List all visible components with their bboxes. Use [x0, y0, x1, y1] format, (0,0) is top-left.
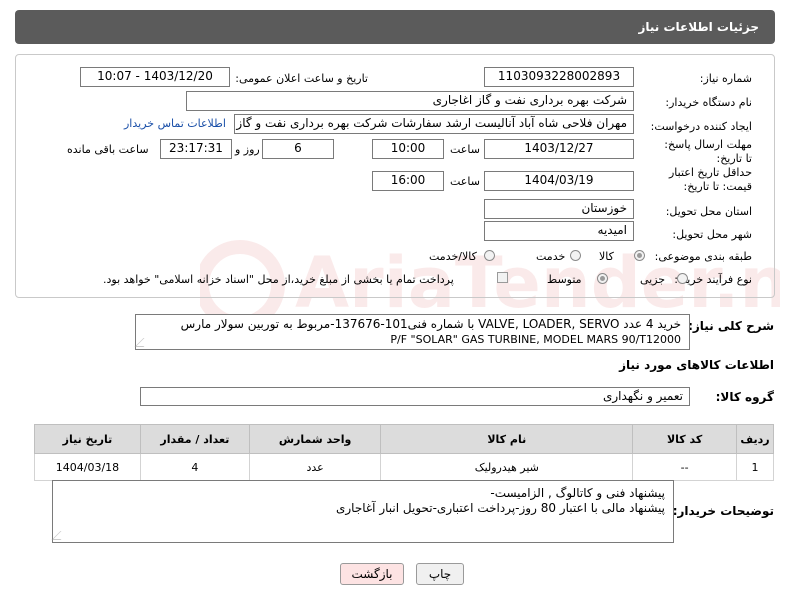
- category-option-goods-service: کالا/خدمت: [429, 250, 477, 263]
- goods-table: ردیف کد کالا نام کالا واحد شمارش تعداد /…: [34, 424, 774, 481]
- creator-label: ایجاد کننده درخواست:: [650, 120, 752, 133]
- buyer-field[interactable]: شرکت بهره برداری نفت و گاز اغاجاری: [186, 91, 634, 111]
- announce-label: تاریخ و ساعت اعلان عمومی:: [235, 72, 368, 85]
- cell-unit: عدد: [248, 453, 382, 481]
- buyer-notes-label: توضیحات خریدار:: [672, 504, 774, 518]
- province-field[interactable]: خوزستان: [484, 199, 634, 219]
- cell-date: 1404/03/18: [34, 453, 141, 481]
- deadline-time-label: ساعت: [450, 143, 480, 156]
- deadline-date-field[interactable]: 1403/12/27: [484, 139, 634, 159]
- summary-line-1: خرید 4 عدد VALVE, LOADER, SERVO با شماره…: [180, 317, 681, 331]
- goods-table-header: ردیف کد کالا نام کالا واحد شمارش تعداد /…: [34, 424, 774, 454]
- resize-handle[interactable]: [51, 531, 70, 540]
- cell-name: شیر هیدرولیک: [380, 453, 634, 481]
- announce-field[interactable]: 1403/12/20 - 10:07: [80, 67, 230, 87]
- print-button[interactable]: چاپ: [416, 563, 464, 585]
- city-label: شهر محل تحویل:: [672, 228, 752, 241]
- summary-textarea[interactable]: خرید 4 عدد VALVE, LOADER, SERVO با شماره…: [134, 314, 690, 350]
- city-field[interactable]: امیدیه: [484, 221, 634, 241]
- validity-time-label: ساعت: [450, 175, 480, 188]
- page-title: جزئیات اطلاعات نیاز: [638, 20, 759, 34]
- treasury-payment-note: پرداخت تمام یا بخشی از مبلغ خرید،از محل …: [103, 273, 454, 286]
- col-name: نام کالا: [380, 424, 634, 454]
- category-radio-goods[interactable]: [634, 250, 645, 261]
- buyer-notes-textarea[interactable]: پیشنهاد فنی و کاتالوگ , الزامیست- پیشنها…: [51, 480, 674, 543]
- need-number-field[interactable]: 1103093228002893: [484, 67, 634, 87]
- purchase-option-partial: جزیی: [640, 273, 666, 286]
- need-number-label: شماره نیاز:: [699, 72, 752, 85]
- purchase-option-medium: متوسط: [547, 273, 582, 286]
- remaining-time-label: ساعت باقی مانده: [67, 143, 149, 156]
- days-label: روز و: [235, 143, 260, 156]
- deadline-time-field[interactable]: 10:00: [372, 139, 444, 159]
- cell-qty: 4: [139, 453, 250, 481]
- province-label: استان محل تحویل:: [665, 205, 752, 218]
- page-header: جزئیات اطلاعات نیاز: [15, 10, 775, 44]
- table-row[interactable]: 1 -- شیر هیدرولیک عدد 4 1404/03/18: [34, 453, 774, 481]
- goods-group-label: گروه کالا:: [715, 390, 774, 404]
- category-option-goods: کالا: [599, 250, 614, 263]
- purchase-radio-medium[interactable]: [597, 273, 608, 284]
- col-row: ردیف: [736, 424, 774, 454]
- col-qty: تعداد / مقدار: [139, 424, 250, 454]
- buyer-label: نام دستگاه خریدار:: [665, 96, 752, 109]
- days-remaining-field[interactable]: 6: [262, 139, 334, 159]
- validity-time-field[interactable]: 16:00: [372, 171, 444, 191]
- summary-label: شرح کلی نیاز:: [688, 319, 774, 333]
- category-radio-goods-service[interactable]: [484, 250, 495, 261]
- deadline-label: مهلت ارسال پاسخ: تا تاریخ:: [664, 138, 752, 165]
- buyer-notes-line-2: پیشنهاد مالی با اعتبار 80 روز-پرداخت اعت…: [335, 501, 665, 515]
- validity-label: حداقل تاریخ اعتبار قیمت: تا تاریخ:: [668, 166, 752, 193]
- purchase-radio-partial[interactable]: [677, 273, 688, 284]
- creator-field[interactable]: مهران فلاحی شاه آباد آنالیست ارشد سفارشا…: [234, 114, 634, 134]
- col-unit: واحد شمارش: [248, 424, 382, 454]
- back-button[interactable]: بازگشت: [340, 563, 404, 585]
- contact-buyer-link[interactable]: اطلاعات تماس خریدار: [124, 117, 226, 130]
- category-label: طبقه بندی موضوعی:: [654, 250, 752, 263]
- category-option-service: خدمت: [536, 250, 566, 263]
- goods-group-field[interactable]: تعمیر و نگهداری: [140, 387, 690, 406]
- goods-section-title: اطلاعات کالاهای مورد نیاز: [619, 358, 774, 372]
- col-date: تاریخ نیاز: [34, 424, 141, 454]
- cell-code: --: [632, 453, 737, 481]
- validity-date-field[interactable]: 1404/03/19: [484, 171, 634, 191]
- remaining-time-field[interactable]: 23:17:31: [160, 139, 232, 159]
- col-code: کد کالا: [632, 424, 737, 454]
- summary-line-2: P/F "SOLAR" GAS TURBINE, MODEL MARS 90/T…: [390, 333, 681, 346]
- treasury-payment-checkbox[interactable]: [497, 272, 508, 283]
- category-radio-service[interactable]: [570, 250, 581, 261]
- buyer-notes-line-1: پیشنهاد فنی و کاتالوگ , الزامیست-: [490, 486, 665, 500]
- cell-row: 1: [736, 453, 774, 481]
